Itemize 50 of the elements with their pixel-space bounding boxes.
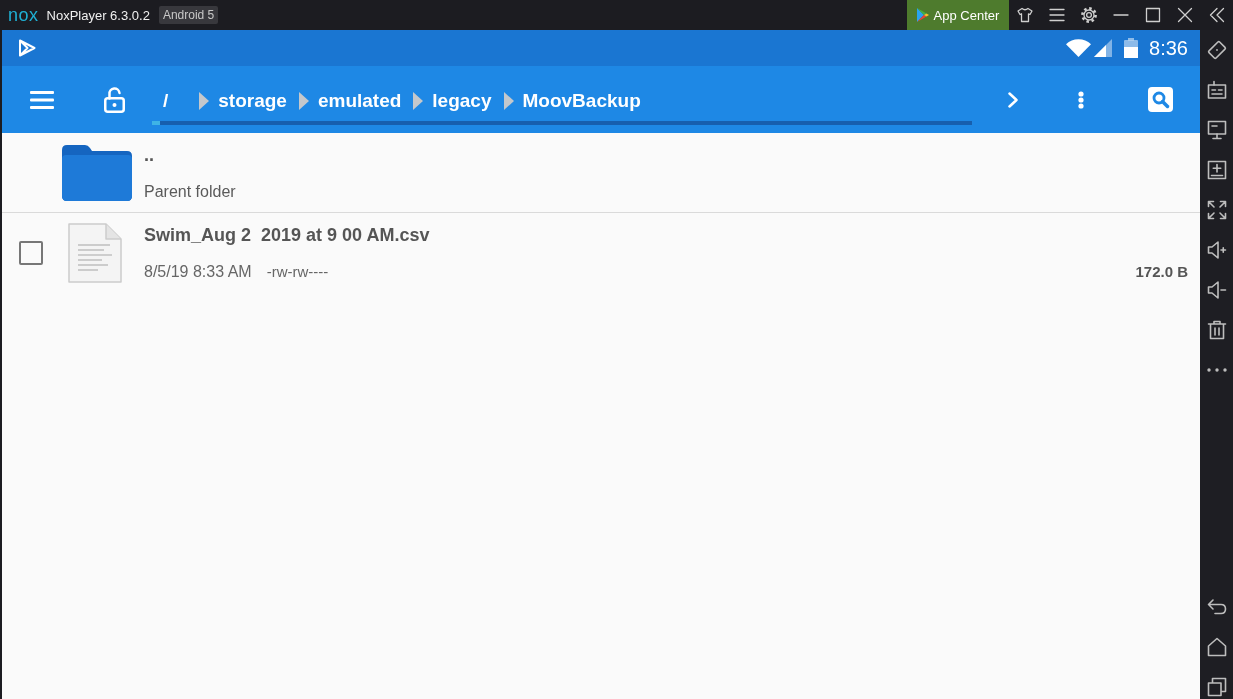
file-permissions: -rw-rw---- [266,262,329,282]
arrow-separator-icon [199,92,210,110]
maximize-icon[interactable] [1145,7,1161,23]
shirt-icon[interactable] [1017,7,1033,23]
monitor-icon[interactable] [1207,120,1227,140]
version-badge: Android 5 [158,6,219,24]
chevron-right-icon[interactable] [1008,91,1018,108]
overflow-menu-icon[interactable] [1078,90,1084,109]
document-icon [68,223,122,283]
app-logo: nox [8,4,39,27]
menu-icon[interactable] [1049,7,1065,23]
wifi-icon [1066,39,1092,57]
breadcrumb-item[interactable]: / [163,89,188,113]
trash-icon[interactable] [1207,320,1227,340]
plus-square-icon[interactable] [1207,160,1227,180]
signal-icon [1094,39,1113,57]
home-icon[interactable] [1207,637,1227,657]
file-date: 8/5/19 8:33 AM [144,262,252,282]
play-icon [916,8,929,22]
file-name: Swim_Aug 2 2019 at 9 00 AM.csv [144,224,431,247]
close-icon[interactable] [1177,7,1193,23]
settings-icon[interactable] [1081,7,1097,23]
volume-up-icon[interactable] [1207,240,1227,260]
folder-icon [62,144,132,201]
padlock-icon[interactable] [104,86,125,113]
search-icon[interactable] [1148,87,1173,112]
more-icon[interactable] [1207,368,1227,372]
double-chevron-icon[interactable] [1209,7,1225,23]
back-icon[interactable] [1207,597,1227,617]
arrow-separator-icon [298,92,309,110]
expand-icon[interactable] [1207,200,1227,220]
rotate-icon[interactable] [1207,40,1227,60]
keyboard-icon[interactable] [1207,80,1227,100]
window-title: NoxPlayer 6.3.0.2 [46,7,150,23]
checkbox[interactable] [19,241,43,265]
file-size: 172.0 B [1135,262,1188,282]
breadcrumb-item[interactable]: storage [218,89,287,113]
arrow-separator-icon [413,92,424,110]
breadcrumb-item[interactable]: legacy [432,89,492,113]
clock-time: 8:36 [1149,36,1188,60]
arrow-separator-icon [503,92,514,110]
file-detail: Parent folder [144,181,237,202]
app-center-button[interactable]: App Center [907,0,1009,30]
play-icon [18,39,36,57]
recents-icon[interactable] [1207,677,1227,697]
breadcrumb-item[interactable]: MoovBackup [522,89,641,113]
breadcrumb-item[interactable]: emulated [317,89,402,113]
battery-icon [1124,38,1139,58]
file-name: .. [144,143,155,167]
volume-down-icon[interactable] [1207,280,1227,300]
